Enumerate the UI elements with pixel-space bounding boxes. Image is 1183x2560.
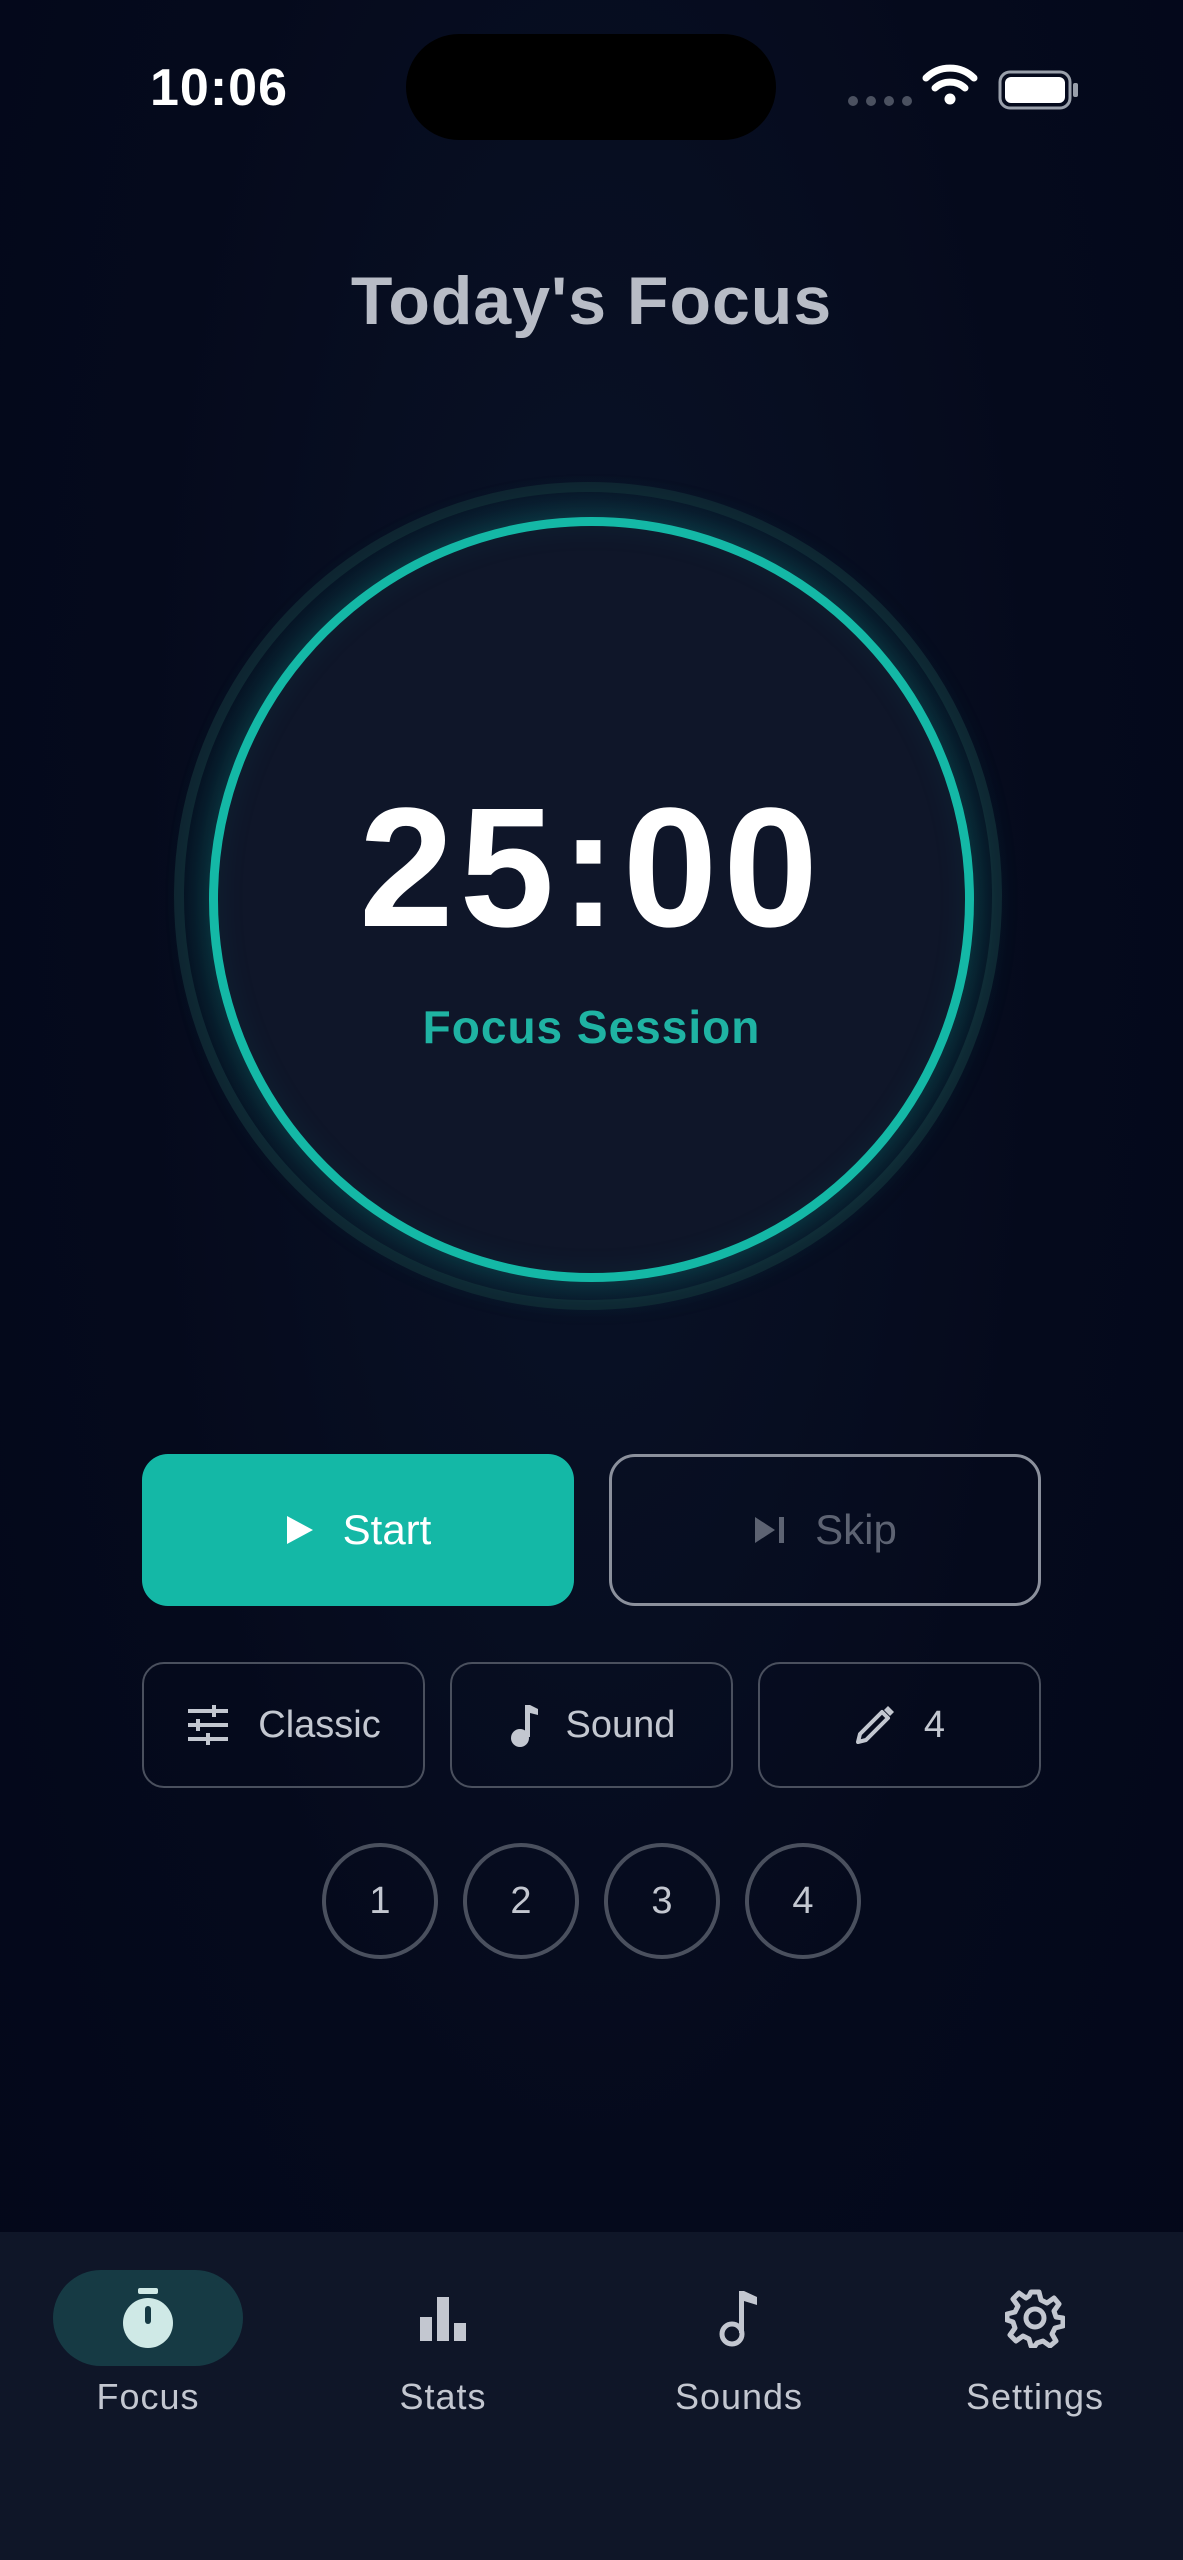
nav-label-focus: Focus — [96, 2376, 200, 2417]
status-time: 10:06 — [150, 59, 288, 117]
timer-icon — [123, 2288, 173, 2348]
sessions-edit-chip[interactable]: 4 — [758, 1662, 1041, 1788]
nav-item-focus[interactable]: Focus — [33, 2270, 263, 2418]
skip-button[interactable]: Skip — [609, 1454, 1041, 1606]
tune-sliders-icon — [188, 1705, 229, 1745]
session-indicator-1[interactable]: 1 — [322, 1843, 438, 1959]
battery-icon — [998, 70, 1078, 110]
timer-session-label: Focus Session — [422, 1001, 761, 1053]
skip-next-icon — [755, 1517, 785, 1543]
music-note-icon — [719, 2291, 757, 2347]
sound-label: Sound — [565, 1703, 676, 1746]
play-icon — [286, 1516, 313, 1544]
nav-item-sounds[interactable]: Sounds — [624, 2270, 854, 2418]
mode-classic-chip[interactable]: Classic — [142, 1662, 425, 1788]
music-note-icon — [510, 1705, 538, 1747]
page-title: Today's Focus — [350, 263, 833, 339]
nav-item-settings[interactable]: Settings — [920, 2270, 1150, 2418]
nav-label-stats: Stats — [399, 2376, 487, 2417]
session-indicator-2[interactable]: 2 — [463, 1843, 579, 1959]
focus-screen: 10:06 Today's Focus 25:00 Focus Session … — [0, 0, 1183, 2560]
gear-icon — [1005, 2289, 1065, 2348]
cellular-signal-icon — [848, 96, 912, 106]
start-button[interactable]: Start — [142, 1454, 574, 1606]
nav-label-sounds: Sounds — [674, 2376, 804, 2417]
nav-active-indicator — [53, 2270, 243, 2366]
wifi-icon — [922, 64, 978, 105]
session-indicator-4[interactable]: 4 — [745, 1843, 861, 1959]
mode-label: Classic — [258, 1703, 381, 1746]
bar-chart-icon — [420, 2297, 466, 2341]
timer-countdown: 25:00 — [359, 773, 824, 963]
sound-chip[interactable]: Sound — [450, 1662, 733, 1788]
nav-label-settings: Settings — [965, 2376, 1105, 2417]
bottom-navigation: Focus Stats Sounds Settings — [0, 2232, 1183, 2560]
dynamic-island — [406, 34, 776, 140]
nav-item-stats[interactable]: Stats — [328, 2270, 558, 2418]
session-indicator-3[interactable]: 3 — [604, 1843, 720, 1959]
pencil-icon — [855, 1706, 894, 1744]
sessions-count-label: 4 — [923, 1703, 946, 1746]
skip-button-label: Skip — [815, 1506, 897, 1553]
start-button-label: Start — [342, 1506, 432, 1553]
